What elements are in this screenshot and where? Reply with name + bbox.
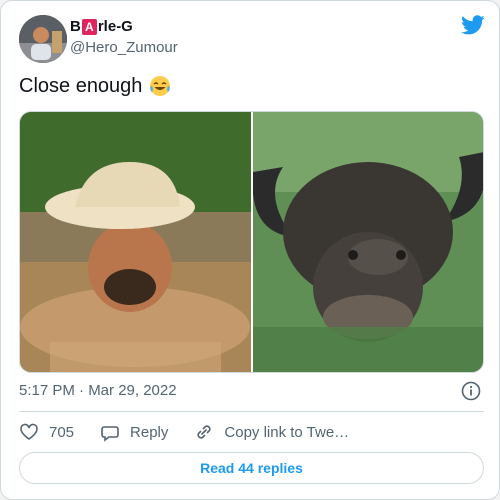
info-icon[interactable] bbox=[461, 381, 481, 401]
man-in-hat-image bbox=[20, 112, 251, 372]
display-name-suffix: rle-G bbox=[97, 18, 133, 35]
reply-label: Reply bbox=[130, 423, 169, 441]
divider bbox=[19, 411, 484, 412]
reply-button[interactable]: Reply bbox=[100, 422, 168, 442]
twitter-bird-icon[interactable] bbox=[461, 15, 485, 37]
display-name-prefix: B bbox=[70, 18, 81, 35]
author-display-name[interactable]: B A rle-G bbox=[70, 18, 133, 36]
avatar[interactable] bbox=[19, 15, 67, 63]
tweet-card: B A rle-G @Hero_Zumour Close enough 5:17… bbox=[0, 0, 500, 500]
tweet-text-content: Close enough bbox=[19, 75, 143, 97]
avatar-image bbox=[19, 15, 67, 63]
media-image-right[interactable] bbox=[252, 112, 483, 372]
like-count: 705 bbox=[49, 423, 75, 441]
tweet-text: Close enough bbox=[19, 73, 172, 99]
read-replies-button[interactable]: Read 44 replies bbox=[19, 452, 484, 484]
tweet-media[interactable] bbox=[19, 111, 484, 373]
heart-icon bbox=[20, 423, 38, 440]
media-image-left[interactable] bbox=[20, 112, 251, 372]
link-icon bbox=[197, 425, 211, 439]
tweet-timestamp[interactable]: 5:17 PM · Mar 29, 2022 bbox=[19, 381, 177, 401]
face-with-tears-of-joy-icon bbox=[150, 76, 171, 96]
tweet-actions: 705 Reply Copy link to Twe… bbox=[19, 421, 375, 443]
tweet-header: B A rle-G @Hero_Zumour bbox=[19, 15, 485, 65]
copy-link-label: Copy link to Twe… bbox=[224, 423, 350, 441]
author-handle[interactable]: @Hero_Zumour bbox=[70, 39, 178, 57]
display-name-badge: A bbox=[81, 19, 97, 35]
copy-link-button[interactable]: Copy link to Twe… bbox=[194, 422, 349, 442]
reply-bubble-icon bbox=[101, 426, 119, 442]
like-button[interactable]: 705 bbox=[19, 422, 74, 442]
water-buffalo-image bbox=[252, 112, 483, 372]
